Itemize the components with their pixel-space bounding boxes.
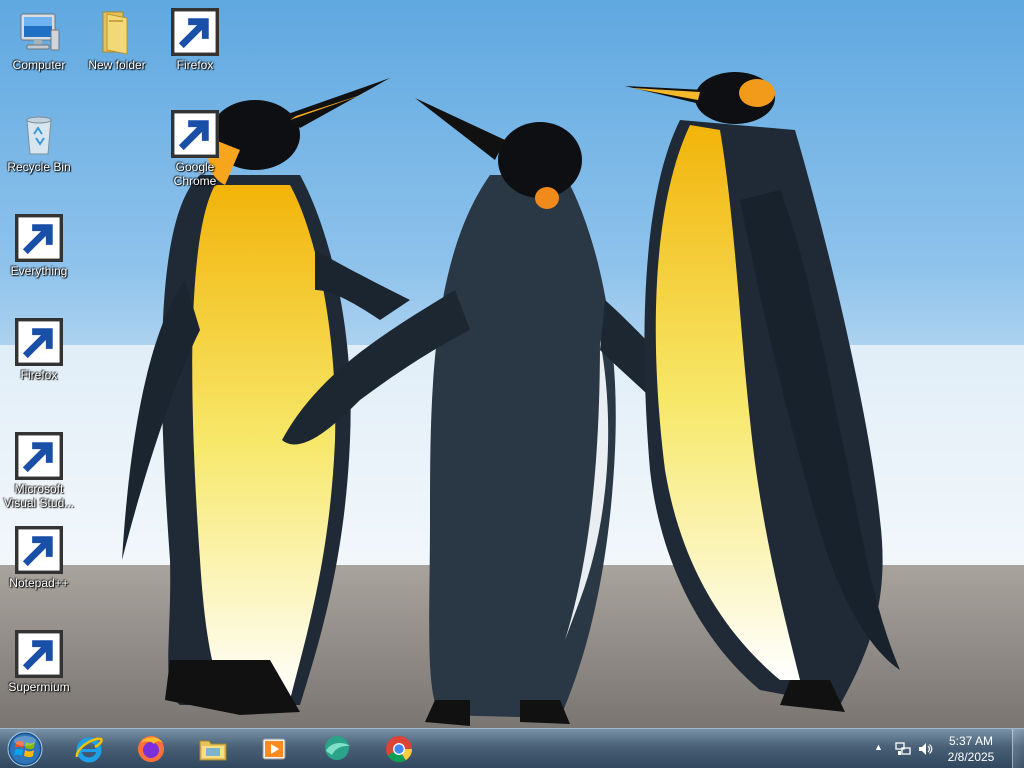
clock-date: 2/8/2025 — [947, 750, 995, 764]
clock-time: 5:37 AM — [948, 734, 994, 748]
media-player-icon — [262, 738, 286, 760]
desktop-icon-everything[interactable]: Everything — [1, 214, 77, 278]
computer-icon — [15, 8, 63, 56]
desktop-icon-label: Computer — [12, 58, 66, 72]
shortcut-arrow-icon — [15, 214, 63, 262]
taskbar-firefox[interactable] — [124, 731, 178, 767]
desktop-icon-label: Firefox — [20, 368, 58, 382]
shortcut-arrow-icon — [15, 526, 63, 574]
file-explorer-icon — [199, 740, 227, 761]
desktop-icon-label: Firefox — [176, 58, 214, 72]
firefox-icon — [15, 318, 63, 366]
taskbar-media-player[interactable] — [247, 731, 301, 767]
notepad-plus-plus-icon — [15, 526, 63, 574]
everything-icon — [15, 214, 63, 262]
windows-orb-icon — [7, 731, 43, 767]
desktop-icon-label: Everything — [10, 264, 68, 278]
firefox-icon — [138, 736, 164, 762]
desktop-icon-recycle-bin[interactable]: Recycle Bin — [1, 110, 77, 174]
desktop-icon-computer[interactable]: Computer — [1, 8, 77, 72]
desktop-icon-notepad-plus-plus[interactable]: Notepad++ — [1, 526, 77, 590]
shortcut-arrow-icon — [15, 318, 63, 366]
shortcut-arrow-icon — [171, 110, 219, 158]
internet-explorer-icon — [75, 737, 103, 763]
show-desktop-button[interactable] — [1012, 729, 1024, 768]
taskbar-chrome[interactable] — [372, 731, 426, 767]
desktop-icon-supermium[interactable]: Supermium — [1, 630, 77, 694]
supermium-icon — [325, 736, 350, 760]
taskbar: ▲ 5:37 AM 2/8/2025 — [0, 728, 1024, 768]
taskbar-file-explorer[interactable] — [186, 731, 240, 767]
desktop-icon-label: Supermium — [8, 680, 70, 694]
system-tray: ▲ 5:37 AM 2/8/2025 — [864, 729, 1024, 768]
desktop-icon-firefox[interactable]: Firefox — [157, 8, 233, 72]
desktop-icon-label: New folder — [88, 58, 146, 72]
wallpaper — [0, 0, 1024, 768]
taskbar-supermium[interactable] — [309, 731, 363, 767]
desktop-icon-label: Notepad++ — [9, 576, 69, 590]
clock[interactable]: 5:37 AM 2/8/2025 — [938, 733, 1004, 765]
desktop[interactable]: Computer New folder Firefox Recycle Bin … — [0, 0, 1024, 768]
recycle-bin-icon — [15, 110, 63, 158]
network-icon[interactable] — [895, 741, 911, 757]
taskbar-internet-explorer[interactable] — [62, 731, 116, 767]
shortcut-arrow-icon — [171, 8, 219, 56]
shortcut-arrow-icon — [15, 630, 63, 678]
volume-icon[interactable] — [917, 741, 933, 757]
folder-icon — [93, 8, 141, 56]
visual-studio-icon — [15, 432, 63, 480]
show-hidden-icons-icon[interactable]: ▲ — [874, 742, 883, 752]
desktop-icon-label: Google Chrome — [173, 160, 217, 188]
desktop-icon-google-chrome[interactable]: Google Chrome — [157, 110, 233, 188]
desktop-icon-label: Microsoft Visual Stud... — [3, 482, 75, 510]
supermium-icon — [15, 630, 63, 678]
desktop-icon-visual-studio[interactable]: Microsoft Visual Stud... — [1, 432, 77, 510]
start-button[interactable] — [5, 730, 45, 768]
desktop-icon-label: Recycle Bin — [7, 160, 71, 174]
firefox-icon — [171, 8, 219, 56]
shortcut-arrow-icon — [15, 432, 63, 480]
desktop-icon-firefox[interactable]: Firefox — [1, 318, 77, 382]
chrome-icon — [171, 110, 219, 158]
desktop-icon-new-folder[interactable]: New folder — [79, 8, 155, 72]
chrome-icon — [386, 736, 413, 763]
